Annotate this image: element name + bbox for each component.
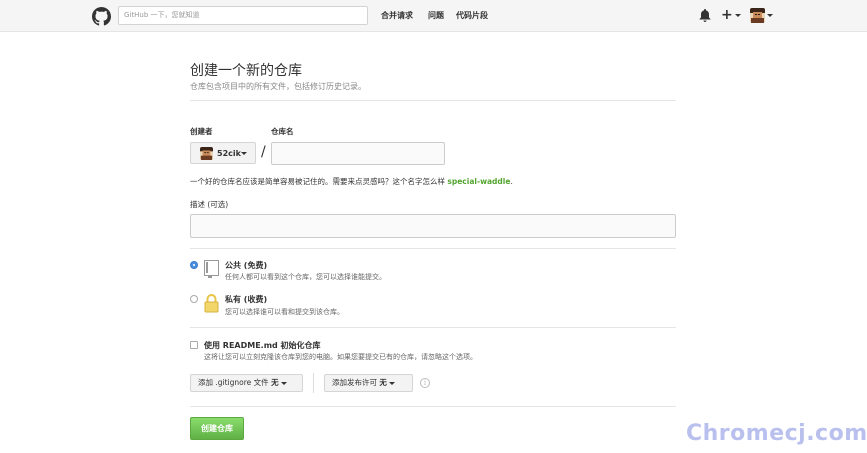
chevron-down-icon — [280, 381, 287, 385]
create-repository-button[interactable]: 创建仓库 — [190, 417, 244, 440]
chevron-down-icon[interactable] — [767, 14, 773, 17]
divider — [313, 373, 314, 393]
chevron-down-icon — [389, 381, 396, 385]
public-option-title: 公共 (免费) — [225, 261, 268, 270]
divider — [190, 406, 676, 407]
lock-icon — [204, 294, 219, 313]
repo-name-label: 仓库名 — [271, 127, 294, 136]
info-icon[interactable]: i — [420, 378, 430, 388]
repo-name-hint: 一个好的仓库名应该是简单容易被记住的。需要来点灵感吗？这个名字怎么样 speci… — [190, 176, 513, 187]
nav-snippets[interactable]: 代码片段 — [456, 10, 488, 21]
bell-icon[interactable] — [699, 9, 711, 22]
hint-period: . — [510, 177, 513, 186]
chevron-down-icon — [241, 152, 247, 155]
owner-label: 创建者 — [190, 127, 213, 136]
nav-issues[interactable]: 问题 — [428, 10, 444, 21]
nav-pull-requests[interactable]: 合并请求 — [381, 10, 413, 21]
init-readme-desc: 这将让您可以立刻克隆该仓库到您的电脑。如果您要提交已有的仓库，请忽略这个选项。 — [204, 353, 477, 361]
description-input[interactable] — [190, 214, 676, 238]
gitignore-dropdown[interactable]: 添加 .gitignore 文件 无 — [190, 374, 303, 392]
gitignore-label: 添加 .gitignore 文件 — [198, 378, 269, 387]
gitignore-value: 无 — [271, 378, 279, 387]
private-radio[interactable] — [190, 295, 198, 303]
watermark: Chromecj.com — [686, 421, 867, 446]
owner-select[interactable]: 52cik — [190, 142, 256, 164]
private-option-desc: 您可以选择谁可以看和提交到该仓库。 — [225, 308, 344, 316]
init-readme-label[interactable]: 使用 README.md 初始化仓库 — [204, 340, 321, 351]
hint-text: 一个好的仓库名应该是简单容易被记住的。需要来点灵感吗？这个名字怎么样 — [190, 177, 445, 186]
init-readme-checkbox[interactable] — [190, 341, 198, 349]
owner-name: 52cik — [217, 149, 241, 158]
name-suggestion-link[interactable]: special-waddle — [447, 177, 510, 186]
public-option-desc: 任何人都可以看到这个仓库，您可以选择谁能提交。 — [225, 273, 386, 281]
license-label: 添加发布许可 — [332, 378, 377, 387]
divider — [190, 327, 676, 328]
divider — [190, 248, 676, 249]
private-option-title: 私有 (收费) — [225, 295, 268, 304]
github-logo-icon[interactable] — [92, 7, 111, 26]
page-title: 创建一个新的仓库 — [190, 63, 302, 79]
chevron-down-icon[interactable] — [735, 14, 741, 17]
description-label: 描述 (可选) — [190, 200, 229, 209]
owner-repo-separator: / — [261, 144, 266, 160]
avatar[interactable] — [750, 8, 765, 23]
divider — [190, 100, 676, 101]
license-value: 无 — [379, 378, 387, 387]
repo-icon — [204, 260, 219, 278]
search-input[interactable]: GitHub 一下，您就知道 — [118, 6, 368, 25]
top-header: GitHub 一下，您就知道 合并请求 问题 代码片段 + — [0, 0, 867, 32]
repo-name-input[interactable] — [271, 142, 445, 165]
license-dropdown[interactable]: 添加发布许可 无 — [324, 374, 413, 392]
page-subtitle: 仓库包含项目中的所有文件，包括修订历史记录。 — [190, 82, 366, 91]
plus-icon[interactable]: + — [721, 7, 733, 23]
public-radio[interactable] — [190, 261, 198, 269]
avatar — [200, 147, 213, 160]
